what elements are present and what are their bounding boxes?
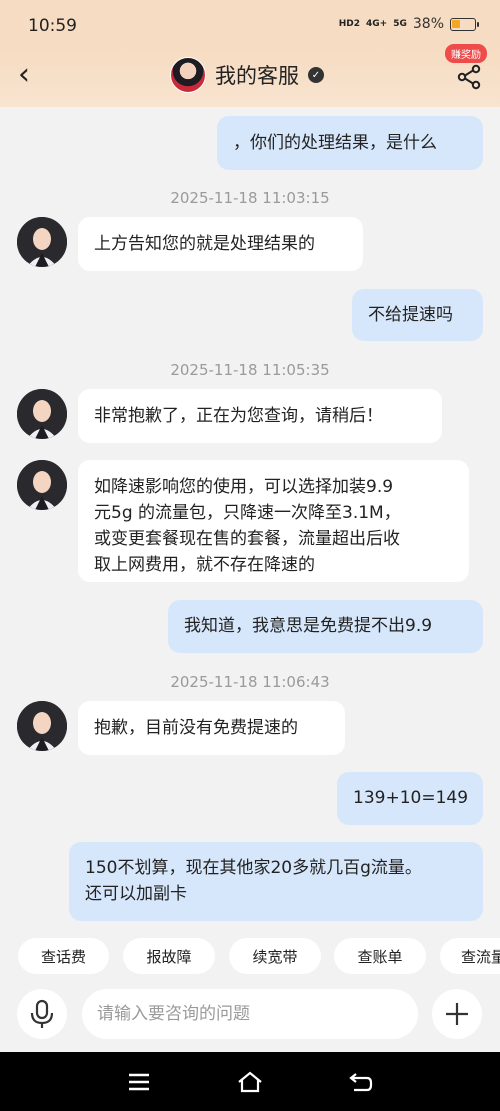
chat-header: ‹ 我的客服 ✓ 赚奖励	[0, 44, 500, 107]
user-message: 139+10=149	[337, 772, 483, 825]
message-line: 还可以加副卡	[85, 884, 187, 904]
back-icon	[349, 1073, 373, 1092]
page-title: 我的客服	[215, 64, 299, 88]
battery-level	[452, 19, 460, 28]
back-button[interactable]: ‹	[18, 60, 30, 90]
message-line: 如降速影响您的使用，可以选择加装9.9	[94, 477, 394, 497]
header-title-group: 我的客服 ✓	[170, 57, 324, 93]
plus-icon	[446, 1003, 468, 1025]
signal-4g-icon: 4G+	[366, 19, 388, 29]
share-icon	[457, 64, 481, 90]
message-text: 我知道，我意思是免费提不出9.9	[184, 616, 433, 636]
composer	[0, 985, 500, 1049]
message-line: 150不划算，现在其他家20多就几百g流量。	[85, 858, 422, 878]
chat-messages[interactable]: ，你们的处理结果，是什么 2025-11-18 11:03:15 上方告知您的就…	[0, 107, 500, 930]
message-input[interactable]	[82, 989, 418, 1039]
status-icons: HD2 4G+ 5G 38%	[338, 16, 479, 32]
message-line: 取上网费用，就不存在降速的	[94, 555, 315, 575]
agent-message: 上方告知您的就是处理结果的	[78, 217, 363, 271]
home-icon	[238, 1071, 262, 1093]
timestamp: 2025-11-18 11:03:15	[170, 189, 330, 207]
message-text: 抱歉，目前没有免费提速的	[94, 718, 298, 738]
avatar	[17, 217, 67, 267]
message-line: 或变更套餐现在售的套餐，流量超出后收	[94, 529, 400, 549]
hd-icon: HD2	[338, 19, 361, 29]
status-time: 10:59	[28, 16, 77, 36]
avatar	[17, 460, 67, 510]
system-nav-bar	[0, 1052, 500, 1111]
agent-message: 如降速影响您的使用，可以选择加装9.9 元5g 的流量包，只降速一次降至3.1M…	[78, 460, 469, 582]
message-text: ，你们的处理结果，是什么	[233, 133, 437, 153]
message-text: 不给提速吗	[368, 305, 453, 325]
recent-apps-button[interactable]	[124, 1069, 154, 1095]
status-bar: 10:59 HD2 4G+ 5G 38%	[0, 0, 500, 50]
user-message: 150不划算，现在其他家20多就几百g流量。 还可以加副卡	[69, 842, 483, 921]
agent-avatar	[170, 57, 206, 93]
quick-actions-bar[interactable]: 查话费 报故障 续宽带 查账单 查流量	[0, 938, 500, 978]
signal-5g-icon: 5G	[393, 19, 407, 29]
back-nav-button[interactable]	[346, 1069, 376, 1095]
timestamp: 2025-11-18 11:06:43	[170, 673, 330, 691]
agent-message: 非常抱歉了，正在为您查询，请稍后！	[78, 389, 442, 443]
voice-input-button[interactable]	[17, 989, 67, 1039]
message-text: 139+10=149	[353, 788, 469, 808]
microphone-icon	[30, 999, 54, 1028]
message-text: 上方告知您的就是处理结果的	[94, 234, 315, 254]
user-message: ，你们的处理结果，是什么	[217, 116, 483, 170]
quick-action-chip[interactable]: 续宽带	[229, 938, 321, 974]
agent-message: 抱歉，目前没有免费提速的	[78, 701, 345, 755]
user-message: 不给提速吗	[352, 289, 483, 341]
quick-action-label: 查流量	[461, 947, 500, 966]
quick-action-chip[interactable]: 报故障	[123, 938, 215, 974]
quick-action-chip[interactable]: 查流量	[440, 938, 500, 974]
timestamp: 2025-11-18 11:05:35	[170, 361, 330, 379]
user-message: 我知道，我意思是免费提不出9.9	[168, 600, 483, 653]
reward-badge[interactable]: 赚奖励	[445, 44, 487, 63]
battery-icon	[450, 17, 479, 31]
quick-action-chip[interactable]: 查话费	[18, 938, 109, 974]
quick-action-chip[interactable]: 查账单	[334, 938, 426, 974]
more-options-button[interactable]	[432, 989, 482, 1039]
avatar	[17, 701, 67, 751]
share-button[interactable]	[456, 64, 482, 94]
menu-icon	[129, 1073, 149, 1091]
check-circle-icon: ✓	[308, 67, 324, 83]
message-text: 非常抱歉了，正在为您查询，请稍后！	[94, 406, 383, 426]
message-line: 元5g 的流量包，只降速一次降至3.1M，	[94, 503, 401, 523]
home-button[interactable]	[235, 1069, 265, 1095]
battery-percent: 38%	[412, 16, 444, 32]
avatar	[17, 389, 67, 439]
